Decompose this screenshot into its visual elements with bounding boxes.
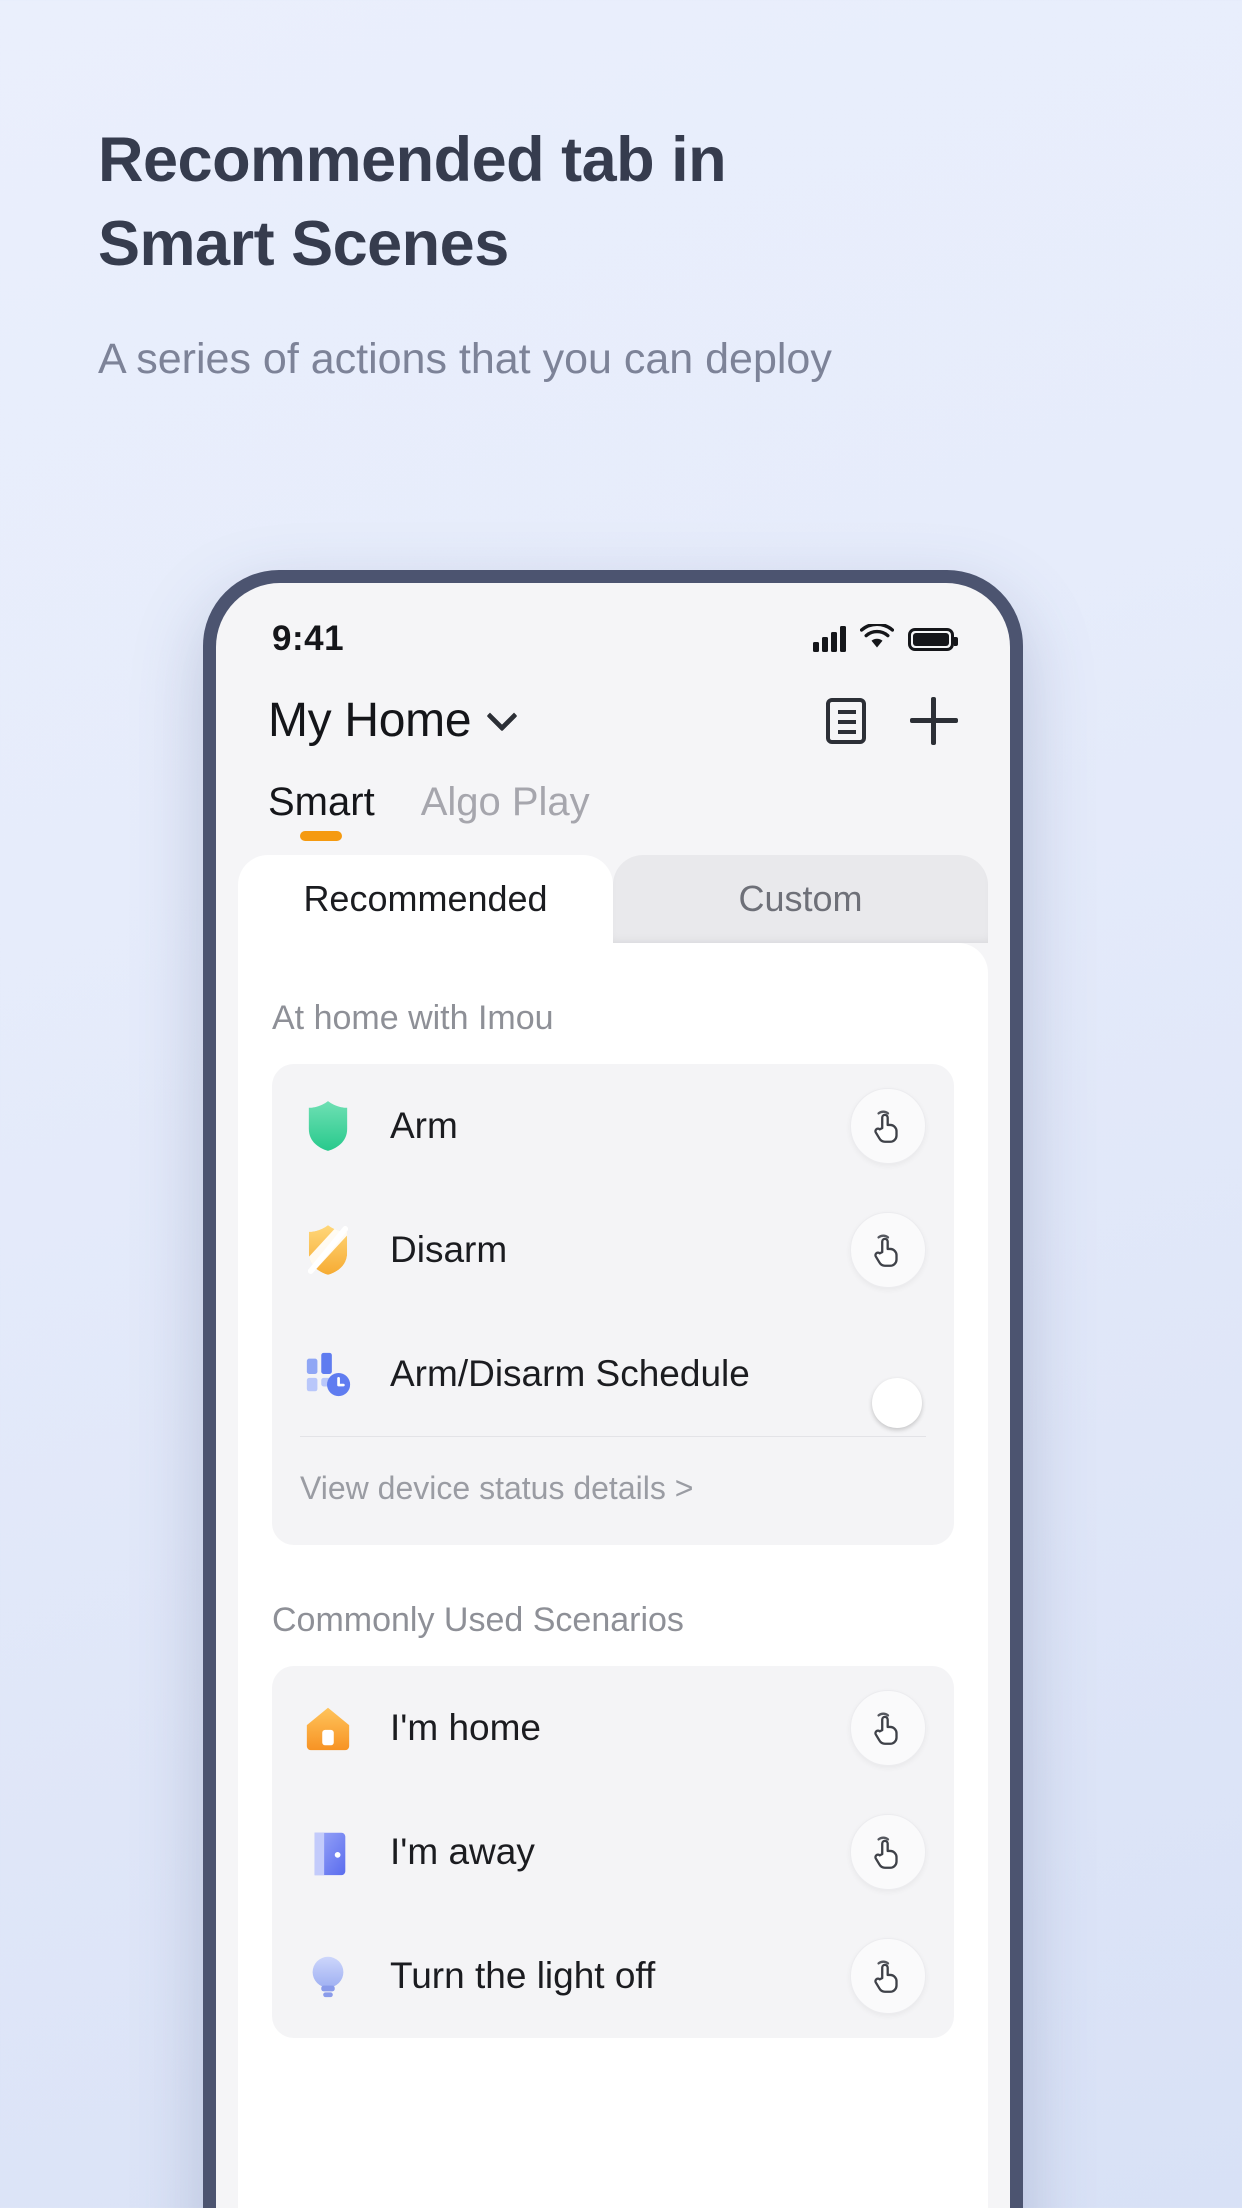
subtab-recommended-label: Recommended <box>303 878 548 919</box>
tab-algo-play-label: Algo Play <box>420 780 590 824</box>
page-title-line-2: Smart Scenes <box>98 209 509 280</box>
list-item-label: Disarm <box>390 1229 508 1270</box>
section-title-common-scenarios: Commonly Used Scenarios <box>272 1601 684 1639</box>
chevron-down-icon <box>486 699 518 732</box>
tap-hand-icon <box>850 1088 926 1164</box>
run-scene-button[interactable] <box>850 1690 926 1766</box>
subtab-custom-label: Custom <box>738 878 863 919</box>
home-selector[interactable]: My Home <box>268 693 518 748</box>
page-title: Recommended tab in Smart Scenes <box>98 118 928 287</box>
wifi-icon <box>859 622 895 655</box>
schedule-clock-icon <box>300 1346 356 1402</box>
run-scene-button[interactable] <box>850 1088 926 1164</box>
scenes-sheet: Recommended Custom At home with Imou Arm… <box>238 855 988 2208</box>
tap-hand-icon <box>850 1212 926 1288</box>
run-scene-button[interactable] <box>850 1938 926 2014</box>
list-item[interactable]: Disarm <box>272 1188 954 1312</box>
sub-tab-bar: Recommended Custom <box>238 855 988 943</box>
list-item-label: Turn the light off <box>390 1955 656 1996</box>
shield-green-icon <box>300 1098 356 1154</box>
status-icons <box>813 622 958 655</box>
tap-hand-icon <box>850 1814 926 1890</box>
shield-off-yellow-icon <box>300 1222 356 1278</box>
list-item[interactable]: I'm away <box>272 1790 954 1914</box>
section-group-at-home: Arm Disarm Arm/Disarm Schedule View devi… <box>272 1064 954 1545</box>
list-item-label: Arm <box>390 1105 458 1146</box>
plus-icon[interactable] <box>910 696 958 745</box>
scenes-list: At home with Imou Arm Disarm Arm/Disarm … <box>238 943 988 2208</box>
subtab-custom[interactable]: Custom <box>613 855 988 943</box>
subtab-recommended[interactable]: Recommended <box>238 855 613 943</box>
section-group-common-scenarios: I'm home I'm away Turn the light off <box>272 1666 954 2038</box>
status-bar: 9:41 <box>216 583 1010 675</box>
house-orange-icon <box>300 1700 356 1756</box>
device-status-link[interactable]: View device status details > <box>272 1436 954 1545</box>
cellular-signal-icon <box>813 626 846 652</box>
battery-full-icon <box>908 627 958 651</box>
list-item-label: Arm/Disarm Schedule <box>390 1353 750 1394</box>
main-tab-bar: Smart Algo Play <box>216 758 1010 847</box>
lightbulb-icon <box>300 1948 356 2004</box>
device-status-link-label: View device status details > <box>300 1470 694 1506</box>
list-item[interactable]: Arm <box>272 1064 954 1188</box>
phone-mockup: 9:41 My Home Smart Algo Play Recommended… <box>203 570 1023 2208</box>
list-item-label: I'm home <box>390 1707 541 1748</box>
door-blue-icon <box>300 1824 356 1880</box>
page-subtitle: A series of actions that you can deploy <box>98 334 832 383</box>
list-item[interactable]: I'm home <box>272 1666 954 1790</box>
list-document-icon[interactable] <box>826 697 866 744</box>
list-item[interactable]: Turn the light off <box>272 1914 954 2038</box>
header-actions <box>826 696 958 745</box>
phone-screen: 9:41 My Home Smart Algo Play Recommended… <box>216 583 1010 2208</box>
promo-copy: Recommended tab in Smart Scenes A series… <box>98 118 1098 390</box>
run-scene-button[interactable] <box>850 1212 926 1288</box>
tap-hand-icon <box>850 1938 926 2014</box>
list-item[interactable]: Arm/Disarm Schedule <box>272 1312 954 1436</box>
tab-smart[interactable]: Smart <box>268 780 375 847</box>
run-scene-button[interactable] <box>850 1814 926 1890</box>
app-header: My Home <box>216 675 1010 758</box>
list-item-label: I'm away <box>390 1831 535 1872</box>
tap-hand-icon <box>850 1690 926 1766</box>
status-time: 9:41 <box>272 619 345 658</box>
page-title-line-1: Recommended tab in <box>98 125 727 195</box>
section-title-at-home: At home with Imou <box>272 999 554 1037</box>
tab-smart-label: Smart <box>268 780 375 824</box>
home-name-label: My Home <box>268 694 472 747</box>
tab-algo-play[interactable]: Algo Play <box>421 780 590 847</box>
